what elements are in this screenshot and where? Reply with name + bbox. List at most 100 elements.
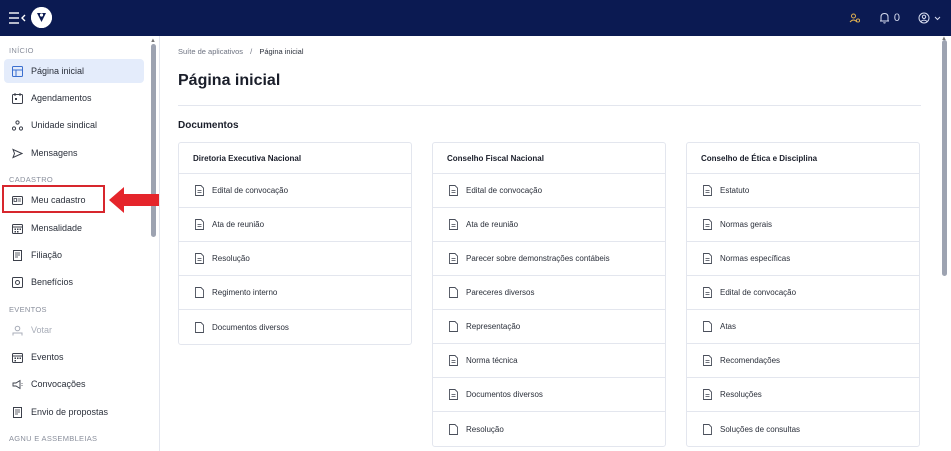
document-label: Regimento interno: [212, 288, 278, 297]
document-link[interactable]: Resolução: [179, 242, 411, 276]
document-link[interactable]: Representação: [433, 310, 665, 344]
document-icon: [703, 253, 712, 264]
document-link[interactable]: Pareceres diversos: [433, 276, 665, 310]
document-link[interactable]: Atas: [687, 310, 919, 344]
document-icon: [703, 423, 712, 435]
user-search-button[interactable]: [849, 12, 861, 24]
document-link[interactable]: Edital de convocação: [433, 174, 665, 208]
document-label: Recomendações: [720, 356, 781, 365]
document-icon: [703, 287, 712, 298]
document-link[interactable]: Normas específicas: [687, 242, 919, 276]
sidebar-item-label: Convocações: [31, 379, 86, 389]
sidebar-item-eventos[interactable]: Eventos: [4, 345, 144, 369]
document-icon: [449, 219, 458, 230]
sidebar-item-mensagens[interactable]: Mensagens: [4, 141, 144, 165]
sidebar-item-label: Eventos: [31, 352, 64, 362]
breadcrumb: Suíte de aplicativos / Página inicial: [178, 47, 304, 56]
breadcrumb-separator: /: [250, 47, 253, 56]
document-icon: [195, 185, 204, 196]
sidebar-item-beneficios[interactable]: Benefícios: [4, 270, 144, 294]
sidebar-item-label: Unidade sindical: [31, 120, 98, 130]
top-bar: 0: [0, 0, 951, 36]
document-icon: [449, 253, 458, 264]
document-link[interactable]: Normas gerais: [687, 208, 919, 242]
document-link[interactable]: Documentos diversos: [179, 310, 411, 344]
document-icon: [195, 219, 204, 230]
sidebar-item-filiacao[interactable]: Filiação: [4, 243, 144, 267]
document-link[interactable]: Parecer sobre demonstrações contábeis: [433, 242, 665, 276]
sidebar-item-agendamentos[interactable]: Agendamentos: [4, 86, 144, 110]
notifications-count: 0: [893, 12, 900, 24]
document-link[interactable]: Edital de convocação: [179, 174, 411, 208]
sidebar-item-envio-de-propostas[interactable]: Envio de propostas: [4, 400, 144, 424]
document-label: Edital de convocação: [212, 186, 289, 195]
main-content: Suíte de aplicativos / Página inicial Pá…: [160, 36, 947, 451]
network-icon: [12, 119, 23, 131]
red-arrow-icon: [109, 187, 159, 213]
document-label: Resolução: [466, 424, 504, 434]
document-icon: [449, 423, 458, 435]
document-link[interactable]: Ata de reunião: [433, 208, 665, 242]
document-label: Edital de convocação: [720, 288, 797, 297]
card-title: Diretoria Executiva Nacional: [179, 143, 411, 174]
highlight-box: [2, 185, 105, 213]
document-link[interactable]: Ata de reunião: [179, 208, 411, 242]
vote-icon: [12, 325, 23, 336]
document-link[interactable]: Norma técnica: [433, 344, 665, 378]
sidebar-item-label: Agendamentos: [31, 93, 92, 103]
document-link[interactable]: Resoluções: [687, 378, 919, 412]
section-label-eventos: EVENTOS: [9, 305, 47, 314]
document-label: Documentos diversos: [466, 390, 543, 399]
section-label-agnu: AGNU E ASSEMBLEIAS: [9, 434, 98, 443]
document-link[interactable]: Resolução: [433, 412, 665, 446]
home-icon: [12, 65, 23, 77]
document-icon: [703, 355, 712, 366]
section-title: Documentos: [178, 120, 239, 131]
divider: [178, 105, 921, 106]
card-diretoria: Diretoria Executiva Nacional Edital de c…: [178, 142, 412, 345]
document-label: Ata de reunião: [212, 220, 265, 229]
notifications-button[interactable]: 0: [879, 12, 900, 24]
sidebar-item-label: Filiação: [31, 250, 63, 260]
document-label: Ata de reunião: [466, 220, 519, 229]
document-label: Edital de convocação: [466, 186, 543, 195]
megaphone-icon: [12, 379, 23, 390]
breadcrumb-current: Página inicial: [259, 47, 304, 56]
app-logo[interactable]: [31, 7, 52, 28]
main-scrollbar[interactable]: [942, 40, 947, 276]
card-conselho-fiscal: Conselho Fiscal Nacional Edital de convo…: [432, 142, 666, 447]
sidebar-item-convocacoes[interactable]: Convocações: [4, 372, 144, 396]
document-label: Atas: [720, 322, 737, 331]
document-label: Normas específicas: [720, 254, 791, 263]
user-menu-button[interactable]: [918, 12, 941, 24]
calendar-grid-icon: [12, 223, 23, 234]
logo-icon: [31, 7, 52, 28]
document-link[interactable]: Soluções de consultas: [687, 412, 919, 446]
document-link[interactable]: Regimento interno: [179, 276, 411, 310]
document-link[interactable]: Recomendações: [687, 344, 919, 378]
document-link[interactable]: Documentos diversos: [433, 378, 665, 412]
sidebar-item-mensalidade[interactable]: Mensalidade: [4, 216, 144, 240]
sidebar: INÍCIO Página inicial Agendamentos Unida…: [0, 36, 160, 451]
document-label: Pareceres diversos: [466, 288, 535, 297]
document-label: Normas gerais: [720, 220, 773, 229]
benefit-icon: [12, 276, 23, 288]
document-label: Documentos diversos: [212, 322, 289, 332]
document-link[interactable]: Estatuto: [687, 174, 919, 208]
sidebar-item-label: Votar: [31, 325, 53, 335]
user-avatar-icon: [918, 12, 930, 24]
sidebar-item-label: Benefícios: [31, 277, 74, 287]
sidebar-item-unidade-sindical[interactable]: Unidade sindical: [4, 113, 144, 137]
breadcrumb-parent-link[interactable]: Suíte de aplicativos: [178, 47, 243, 56]
document-link[interactable]: Edital de convocação: [687, 276, 919, 310]
sidebar-item-label: Página inicial: [31, 66, 85, 76]
document-icon: [195, 287, 204, 298]
document-icon: [703, 185, 712, 196]
sidebar-item-pagina-inicial[interactable]: Página inicial: [4, 59, 144, 83]
card-title: Conselho de Ética e Disciplina: [687, 143, 919, 174]
collapse-menu-icon[interactable]: [9, 11, 27, 25]
user-search-icon: [849, 13, 860, 23]
document-label: Soluções de consultas: [720, 424, 801, 434]
document-icon: [12, 406, 23, 418]
document-icon: [449, 355, 458, 366]
